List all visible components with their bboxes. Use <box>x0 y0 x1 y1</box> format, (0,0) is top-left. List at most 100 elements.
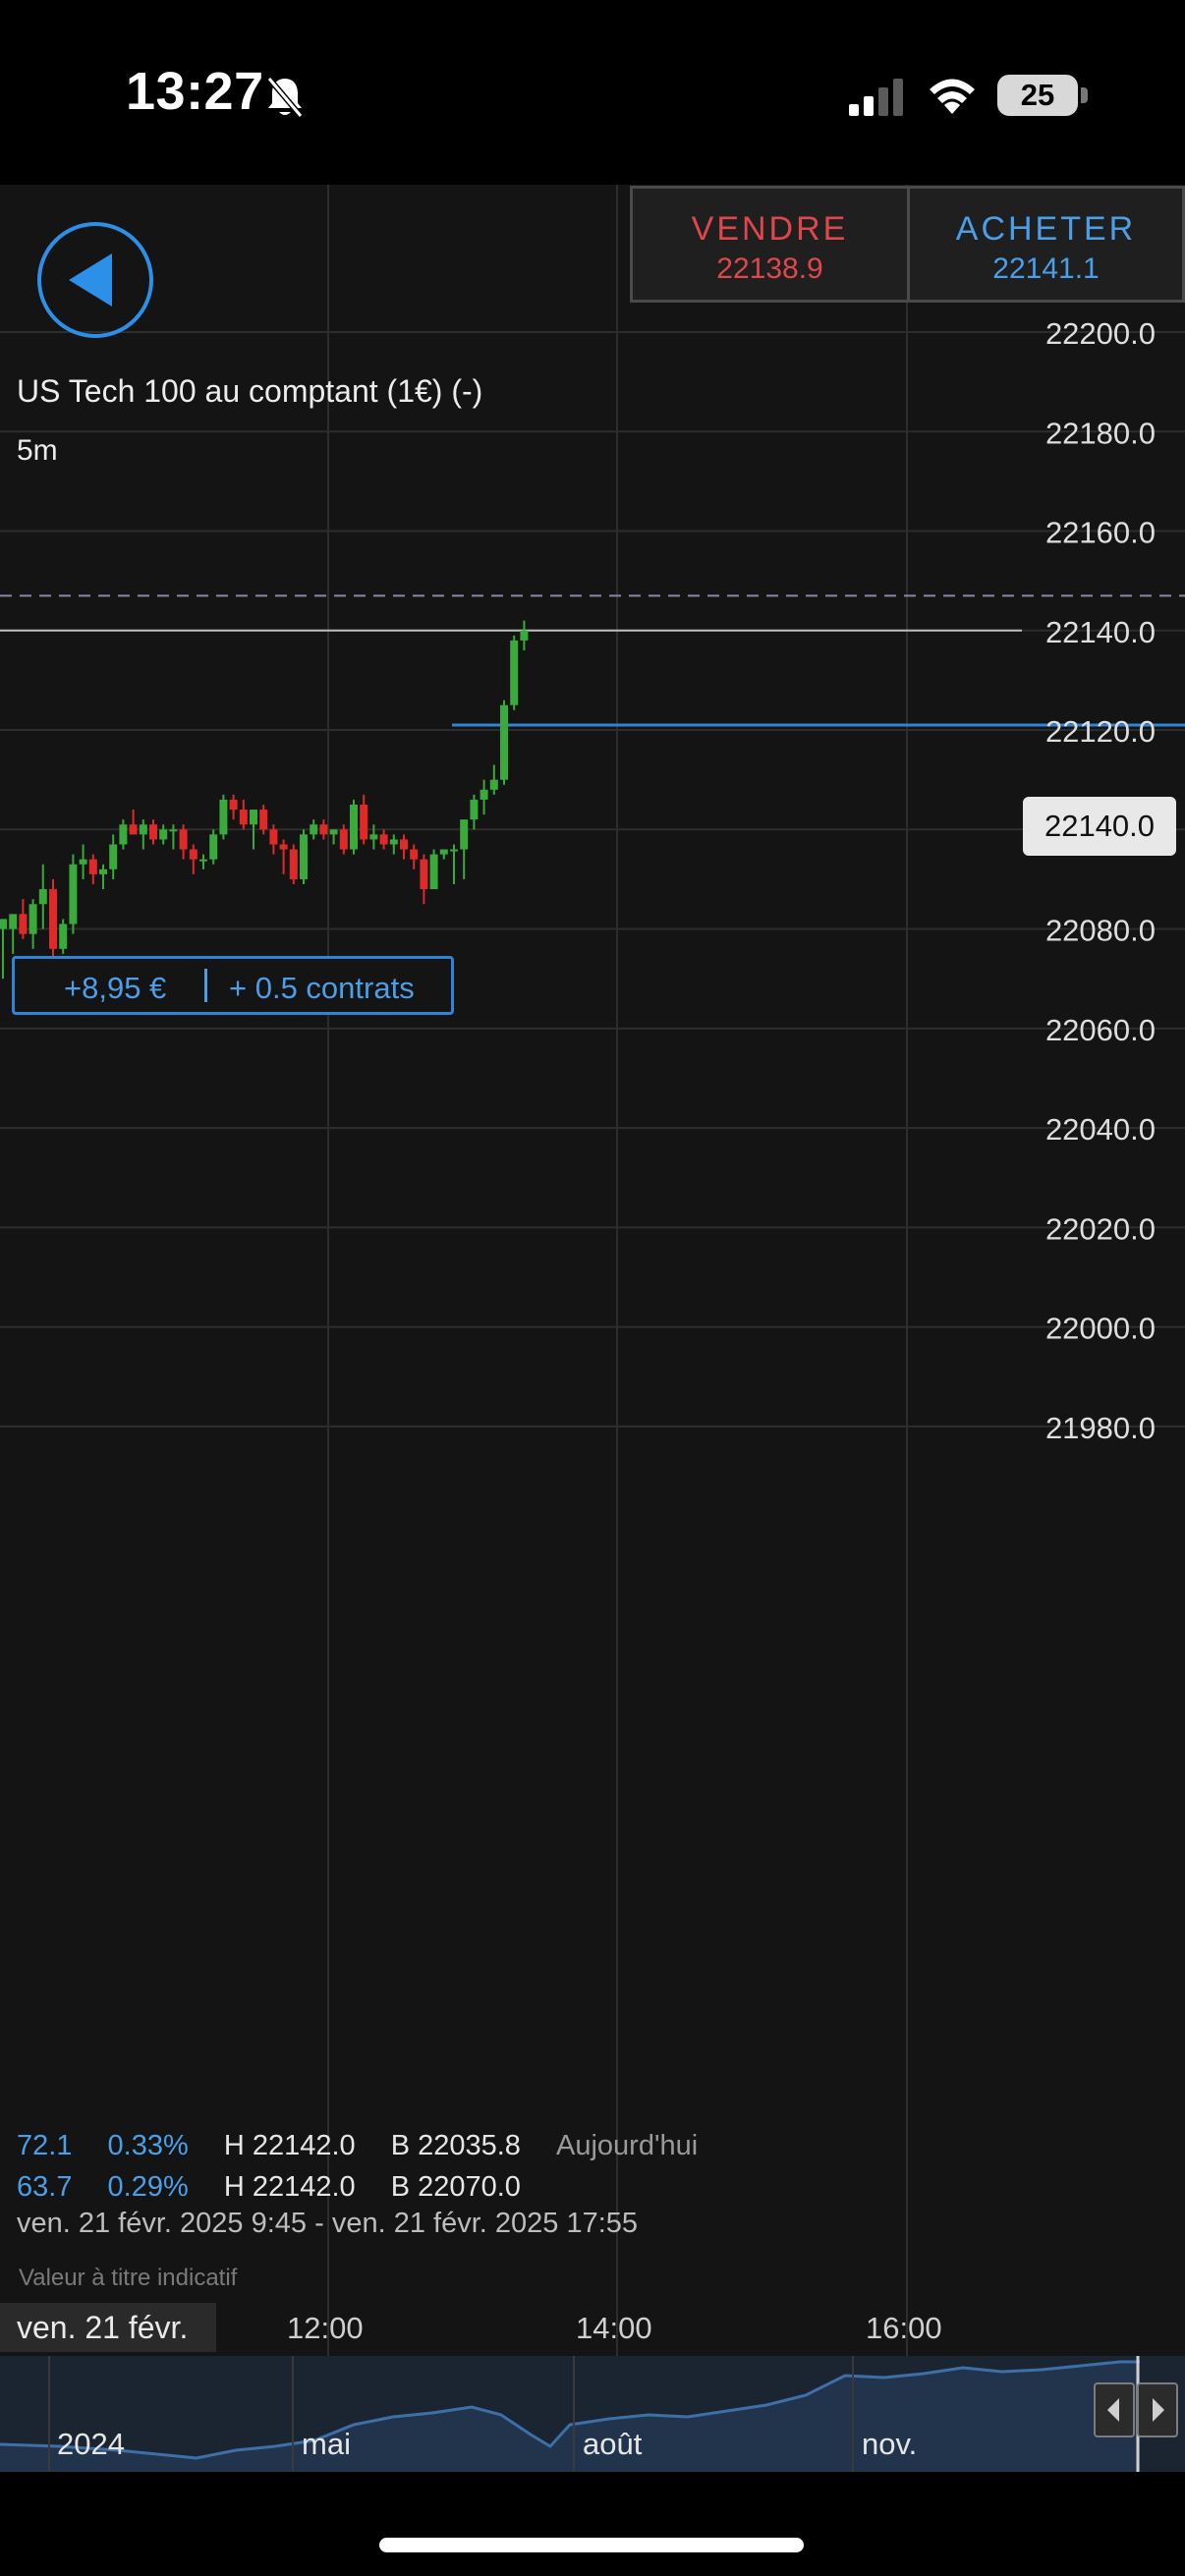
candle-body <box>410 849 419 860</box>
status-bar: 13:27 25 <box>0 0 1185 185</box>
candle-body <box>129 824 138 835</box>
back-button[interactable] <box>37 222 153 338</box>
candlestick-chart[interactable]: 22200.022180.022160.022140.022120.022100… <box>0 185 1185 2356</box>
candle-body <box>279 844 288 850</box>
candle-body <box>209 834 218 860</box>
last-price-label: 22140.0 <box>1023 797 1176 856</box>
y-tick-label: 21980.0 <box>1045 1411 1156 1445</box>
sell-label: VENDRE <box>691 210 849 248</box>
candle-body <box>329 829 338 835</box>
candle-body <box>28 904 37 934</box>
candle-body <box>360 804 368 840</box>
candle-body <box>99 868 107 874</box>
candle-body <box>229 799 238 811</box>
battery-nub <box>1081 87 1088 103</box>
y-tick-label: 22160.0 <box>1045 516 1156 550</box>
back-arrow-icon <box>69 253 112 307</box>
candle-body <box>289 849 298 879</box>
buy-label: ACHETER <box>955 210 1137 248</box>
battery-level: 25 <box>1020 78 1055 112</box>
y-tick-label: 22120.0 <box>1045 714 1156 749</box>
candle-body <box>9 914 18 929</box>
candle-body <box>520 630 529 641</box>
timeframe-label[interactable]: 5m <box>17 434 58 468</box>
candle-body <box>400 839 408 850</box>
stat-period: Aujourd'hui <box>556 2130 699 2161</box>
candle-body <box>379 834 388 845</box>
bottom-safe-area <box>0 2472 1185 2576</box>
chevron-left-icon <box>1107 2398 1119 2422</box>
candle-body <box>79 859 87 865</box>
candle-body <box>369 834 378 840</box>
stat-percent: 0.29% <box>107 2171 189 2203</box>
cellular-signal-icon <box>849 79 903 116</box>
position-quantity: + 0.5 contrats <box>229 971 415 1005</box>
stats-row-1: 72.1 0.33% H 22142.0 B 22035.8 Aujourd'h… <box>17 2130 698 2162</box>
navigator-right-handle[interactable] <box>1137 2382 1178 2437</box>
candle-body <box>19 914 28 934</box>
y-tick-label: 22140.0 <box>1045 615 1156 649</box>
date-range: ven. 21 févr. 2025 9:45 - ven. 21 févr. … <box>17 2208 639 2239</box>
home-indicator[interactable] <box>379 2538 804 2552</box>
candle-body <box>339 829 348 850</box>
candle-body <box>109 844 118 869</box>
x-tick-label: 12:00 <box>287 2311 364 2345</box>
candle-body <box>480 789 488 800</box>
current-date-label: ven. 21 févr. <box>0 2303 216 2352</box>
candle-body <box>59 924 68 949</box>
stat-high: H 22142.0 <box>223 2130 356 2161</box>
candle-body <box>439 849 448 855</box>
sell-button[interactable]: VENDRE 22138.9 <box>630 186 910 303</box>
stat-value: 63.7 <box>17 2171 73 2203</box>
chart-grid <box>0 185 1185 2356</box>
candle-body <box>139 824 147 835</box>
x-tick-label: 14:00 <box>576 2311 652 2345</box>
candle-body <box>88 859 97 874</box>
navigator-label: août <box>583 2427 643 2461</box>
candle-body <box>429 854 438 890</box>
stat-low: B 22035.8 <box>390 2130 521 2161</box>
navigator-left-handle[interactable] <box>1094 2382 1135 2437</box>
candle-body <box>319 824 328 835</box>
open-position-tag[interactable]: +8,95 € + 0.5 contrats <box>12 956 454 1015</box>
y-tick-label: 22020.0 <box>1045 1211 1156 1246</box>
wifi-icon <box>930 79 975 114</box>
candle-body <box>460 819 469 850</box>
candle-body <box>350 804 358 850</box>
candle-body <box>300 834 308 879</box>
reference-lines <box>0 594 1185 727</box>
candle-body <box>189 849 198 860</box>
candle-body <box>310 824 318 835</box>
indicative-note: Valeur à titre indicatif <box>19 2265 238 2291</box>
y-tick-label: 22060.0 <box>1045 1013 1156 1047</box>
y-axis-labels: 22200.022180.022160.022140.022120.022100… <box>1045 316 1156 1445</box>
instrument-name: US Tech 100 au comptant (1€) (-) <box>17 373 483 409</box>
y-tick-label: 22000.0 <box>1045 1312 1156 1346</box>
stat-percent: 0.33% <box>107 2130 189 2161</box>
candle-body <box>420 859 428 890</box>
candle-body <box>119 824 128 845</box>
candle-body <box>259 810 268 830</box>
history-navigator[interactable]: 2024 mai août nov. <box>0 2356 1185 2472</box>
candle-body <box>179 829 188 850</box>
position-pnl: +8,95 € <box>64 971 167 1005</box>
x-tick-label: 16:00 <box>866 2311 942 2345</box>
candle-body <box>470 799 479 820</box>
buy-button[interactable]: ACHETER 22141.1 <box>907 186 1185 303</box>
y-tick-label: 22040.0 <box>1045 1112 1156 1147</box>
candle-body <box>49 889 57 949</box>
buy-price: 22141.1 <box>992 252 1100 285</box>
sell-price: 22138.9 <box>716 252 823 285</box>
candle-body <box>389 839 398 845</box>
stat-value: 72.1 <box>17 2130 73 2161</box>
navigator-label: mai <box>302 2427 351 2461</box>
status-time: 13:27 <box>126 62 264 121</box>
y-tick-label: 22200.0 <box>1045 316 1156 351</box>
y-tick-label: 22180.0 <box>1045 416 1156 450</box>
bell-slash-icon <box>266 77 304 118</box>
position-divider <box>204 969 207 1002</box>
candle-body <box>0 919 7 929</box>
candle-body <box>510 640 519 705</box>
stats-row-2: 63.7 0.29% H 22142.0 B 22070.0 <box>17 2171 521 2204</box>
candle-body <box>69 864 78 924</box>
